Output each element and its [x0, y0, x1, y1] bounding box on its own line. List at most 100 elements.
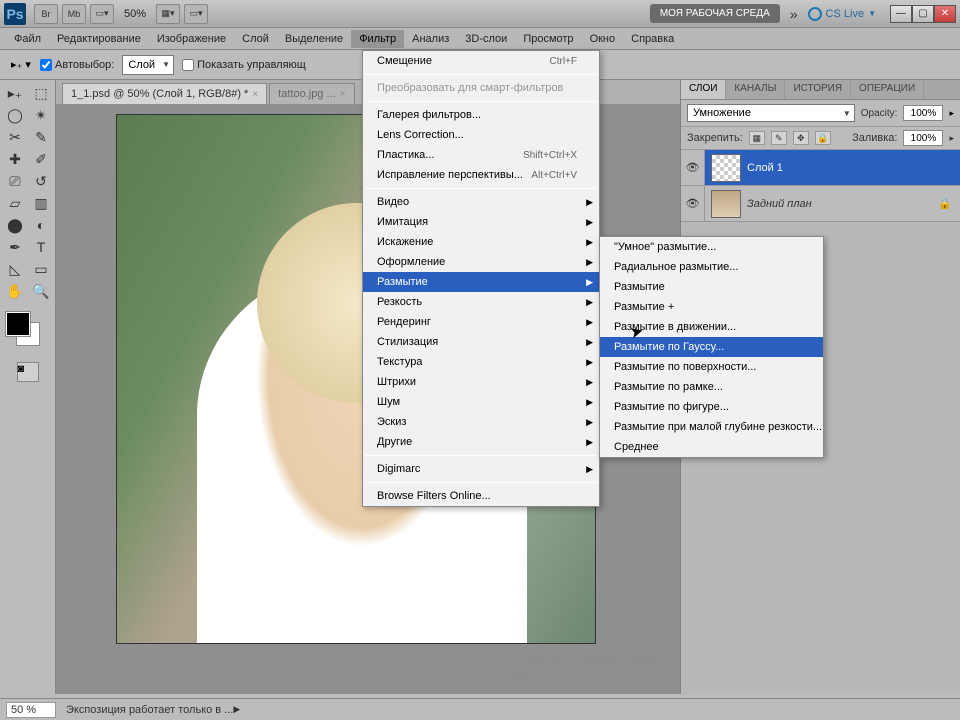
blur-blur[interactable]: Размытие [600, 277, 823, 297]
filter-lens[interactable]: Lens Correction... [363, 125, 599, 145]
lock-all-icon[interactable]: 🔒 [815, 131, 831, 145]
fill-flyout-icon[interactable]: ▸ [949, 133, 954, 144]
doc-tab-1-close-icon[interactable]: × [340, 89, 346, 100]
menu-file[interactable]: Файл [6, 30, 49, 48]
tool-eyedropper[interactable]: ✎ [28, 126, 54, 148]
opacity-flyout-icon[interactable]: ▸ [949, 108, 954, 119]
filter-cat-other[interactable]: Другие▶ [363, 432, 599, 452]
filter-cat-video[interactable]: Видео▶ [363, 192, 599, 212]
show-controls-checkbox[interactable]: Показать управляющ [182, 59, 306, 71]
status-message[interactable]: Экспозиция работает только в ... ▶ [66, 704, 246, 716]
menu-select[interactable]: Выделение [277, 30, 351, 48]
status-arrow-icon[interactable]: ▶ [233, 704, 240, 715]
opacity-input[interactable] [903, 105, 943, 121]
layer-name-0[interactable]: Слой 1 [747, 162, 960, 174]
menu-3d[interactable]: 3D-слои [457, 30, 515, 48]
quickmask-button[interactable]: ◙ [17, 362, 39, 382]
workspace-badge[interactable]: МОЯ РАБОЧАЯ СРЕДА [650, 4, 780, 23]
minibrige-icon[interactable]: Mb [62, 4, 86, 24]
filter-cat-stylize[interactable]: Стилизация▶ [363, 332, 599, 352]
arrange-docs-icon[interactable]: ▦▾ [156, 4, 180, 24]
tool-blur[interactable]: ⬤ [2, 214, 28, 236]
doc-tab-0-close-icon[interactable]: × [252, 89, 258, 100]
bridge-icon[interactable]: Br [34, 4, 58, 24]
blur-lens[interactable]: Размытие при малой глубине резкости... [600, 417, 823, 437]
tool-brush[interactable]: ✐ [28, 148, 54, 170]
blur-shape[interactable]: Размытие по фигуре... [600, 397, 823, 417]
layer-visibility-icon[interactable]: 👁 [681, 150, 705, 185]
blur-smart[interactable]: "Умное" размытие... [600, 237, 823, 257]
filter-convert-smart[interactable]: Преобразовать для смарт-фильтров [363, 78, 599, 98]
filter-cat-distort[interactable]: Искажение▶ [363, 232, 599, 252]
blur-box[interactable]: Размытие по рамке... [600, 377, 823, 397]
menu-image[interactable]: Изображение [149, 30, 234, 48]
blur-radial[interactable]: Радиальное размытие... [600, 257, 823, 277]
lock-position-icon[interactable]: ✥ [793, 131, 809, 145]
layer-visibility-icon[interactable]: 👁 [681, 186, 705, 221]
filter-cat-render[interactable]: Рендеринг▶ [363, 312, 599, 332]
tool-path[interactable]: ◺ [2, 258, 28, 280]
layer-row-1[interactable]: 👁 Задний план 🔒 [681, 186, 960, 222]
workspace-chevrons-icon[interactable]: » [790, 6, 798, 22]
tool-shape[interactable]: ▭ [28, 258, 54, 280]
tool-history-brush[interactable]: ↺ [28, 170, 54, 192]
color-swatches[interactable] [2, 312, 53, 348]
menu-analysis[interactable]: Анализ [404, 30, 457, 48]
tool-crop[interactable]: ✂ [2, 126, 28, 148]
blur-more[interactable]: Размытие + [600, 297, 823, 317]
maximize-button[interactable]: ▢ [912, 5, 934, 23]
doc-tab-0[interactable]: 1_1.psd @ 50% (Слой 1, RGB/8#) * × [62, 83, 267, 104]
menu-filter[interactable]: Фильтр [351, 30, 404, 48]
filter-cat-artistic[interactable]: Имитация▶ [363, 212, 599, 232]
filter-cat-sketch[interactable]: Эскиз▶ [363, 412, 599, 432]
doc-tab-1[interactable]: tattoo.jpg ... × [269, 83, 354, 104]
tool-eraser[interactable]: ▱ [2, 192, 28, 214]
tool-hand[interactable]: ✋ [2, 280, 28, 302]
blur-gaussian[interactable]: Размытие по Гауссу... [600, 337, 823, 357]
extras-icon[interactable]: ▭▾ [184, 4, 208, 24]
autoselect-checkbox[interactable]: Автовыбор: [40, 59, 114, 71]
tool-marquee[interactable]: ⬚ [28, 82, 54, 104]
blur-surface[interactable]: Размытие по поверхности... [600, 357, 823, 377]
foreground-color-swatch[interactable] [6, 312, 30, 336]
lock-transparency-icon[interactable]: ▦ [749, 131, 765, 145]
close-button[interactable]: ✕ [934, 5, 956, 23]
tool-preset-icon[interactable]: ▸₊ ▾ [10, 54, 32, 76]
filter-digimarc[interactable]: Digimarc▶ [363, 459, 599, 479]
tool-lasso[interactable]: ◯ [2, 104, 28, 126]
panel-tab-actions[interactable]: ОПЕРАЦИИ [851, 80, 924, 99]
screen-mode-icon[interactable]: ▭▾ [90, 4, 114, 24]
panel-tab-history[interactable]: ИСТОРИЯ [785, 80, 851, 99]
tool-heal[interactable]: ✚ [2, 148, 28, 170]
blend-mode-dropdown[interactable]: Умножение [687, 104, 855, 122]
filter-cat-sharpen[interactable]: Резкость▶ [363, 292, 599, 312]
filter-browse-online[interactable]: Browse Filters Online... [363, 486, 599, 506]
blur-motion[interactable]: Размытие в движении... [600, 317, 823, 337]
filter-cat-brush[interactable]: Штрихи▶ [363, 372, 599, 392]
panel-tab-channels[interactable]: КАНАЛЫ [726, 80, 785, 99]
menu-layer[interactable]: Слой [234, 30, 277, 48]
layer-thumb-0[interactable] [711, 154, 741, 182]
tool-pen[interactable]: ✒ [2, 236, 28, 258]
layer-row-0[interactable]: 👁 Слой 1 [681, 150, 960, 186]
autoselect-dropdown[interactable]: Слой [122, 55, 174, 75]
tool-quickselect[interactable]: ✴ [28, 104, 54, 126]
tool-stamp[interactable]: ⎚ [2, 170, 28, 192]
menu-view[interactable]: Просмотр [515, 30, 581, 48]
cslive-button[interactable]: CS Live ▼ [808, 7, 876, 21]
filter-recent[interactable]: Смещение Ctrl+F [363, 51, 599, 71]
panel-tab-layers[interactable]: СЛОИ [681, 80, 726, 99]
menu-help[interactable]: Справка [623, 30, 682, 48]
blur-average[interactable]: Среднее [600, 437, 823, 457]
title-zoom[interactable]: 50% [124, 8, 146, 20]
tool-type[interactable]: T [28, 236, 54, 258]
status-zoom[interactable]: 50 % [6, 702, 56, 718]
tool-zoom[interactable]: 🔍 [28, 280, 54, 302]
filter-liquify[interactable]: Пластика...Shift+Ctrl+X [363, 145, 599, 165]
tool-dodge[interactable]: ◐ [28, 214, 54, 236]
filter-gallery[interactable]: Галерея фильтров... [363, 105, 599, 125]
fill-input[interactable] [903, 130, 943, 146]
filter-cat-blur[interactable]: Размытие▶ [363, 272, 599, 292]
tool-move[interactable]: ▸₊ [2, 82, 28, 104]
menu-window[interactable]: Окно [582, 30, 624, 48]
